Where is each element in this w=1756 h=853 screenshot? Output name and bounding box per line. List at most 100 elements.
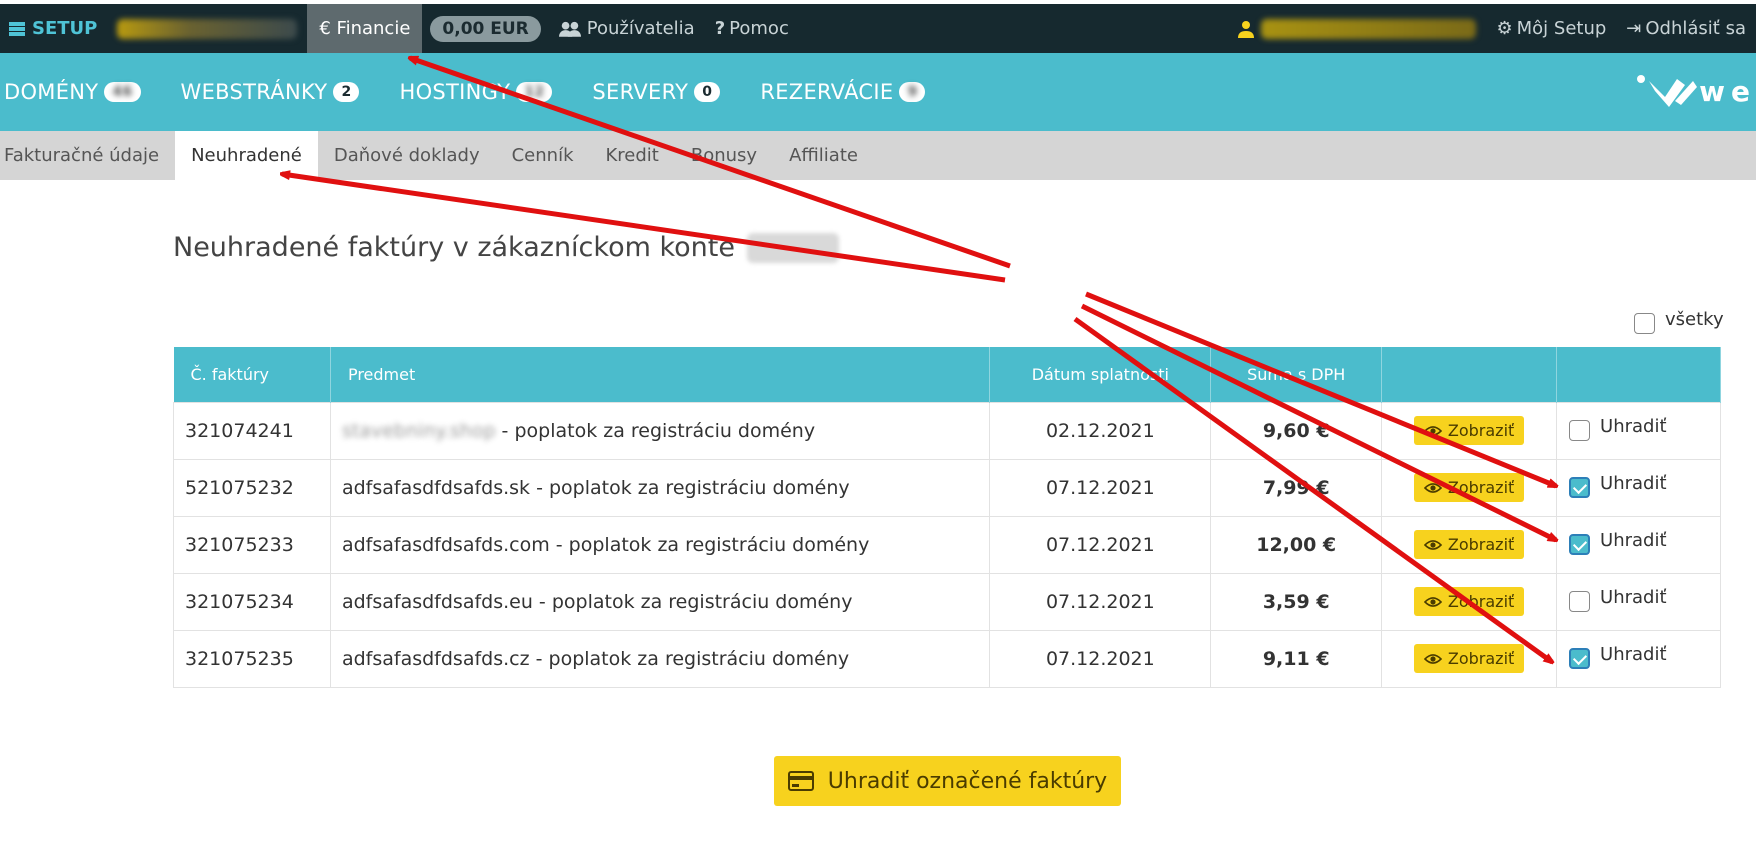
logout-label: Odhlásiť sa [1645,18,1746,39]
brand-logo[interactable]: we [1635,71,1756,111]
pay-label: Uhradiť [1600,644,1667,665]
nav-hostingy-label: HOSTINGY [399,80,511,104]
pay-checkbox[interactable] [1569,477,1591,498]
pay-label: Uhradiť [1600,416,1667,437]
top-navbar: SETUP € Financie 0,00 EUR Používatelia ?… [0,4,1756,53]
view-invoice-label: Zobraziť [1447,649,1515,668]
tab-danove-doklady[interactable]: Daňové doklady [318,131,496,180]
email-blurred [1261,18,1477,39]
invoice-pay: Uhradiť [1556,515,1721,574]
pay-checkbox[interactable] [1569,591,1591,612]
invoice-subject: adfsafasdfdsafds.cz - poplatok za regist… [329,629,991,688]
view-invoice-label: Zobraziť [1447,478,1515,497]
invoices-table: Č. faktúry Predmet Dátum splatnosti Suma… [173,347,1721,688]
page-title: Neuhradené faktúry v zákazníckom konte [173,232,839,263]
nav-domeny[interactable]: DOMÉNY 46 [4,80,141,104]
nav-users[interactable]: Používatelia [549,4,705,53]
nav-servery[interactable]: SERVERY 0 [592,80,721,104]
table-header-row: Č. faktúry Predmet Dátum splatnosti Suma… [173,347,1721,402]
table-row: 321075235 adfsafasdfdsafds.cz - poplatok… [173,629,1721,688]
nav-domeny-label: DOMÉNY [4,80,99,104]
col-amount[interactable]: Suma s DPH [1210,347,1383,402]
eye-icon [1423,596,1442,607]
invoice-pay: Uhradiť [1556,629,1721,688]
arrow-to-neuhradene-tab [282,174,1006,283]
invoice-number: 321075234 [173,572,331,631]
view-invoice-button[interactable]: Zobraziť [1413,530,1525,559]
nav-help[interactable]: ? Pomoc [705,4,799,53]
nav-financie[interactable]: € Financie [307,4,423,53]
invoice-actions: Zobraziť [1381,401,1558,460]
table-row: 321075233 adfsafasdfdsafds.com - poplato… [173,515,1721,574]
users-label: Používatelia [586,18,695,39]
eye-icon [1423,482,1442,493]
col-subject[interactable]: Predmet [330,347,991,402]
account-name-blurred [117,18,298,39]
tab-affiliate[interactable]: Affiliate [773,131,874,180]
invoice-actions: Zobraziť [1381,572,1558,631]
invoice-subject: stavebniny.shop - poplatok za registráci… [329,401,991,460]
view-invoice-button[interactable]: Zobraziť [1413,416,1525,445]
account-switcher[interactable] [107,4,307,53]
invoice-amount: 9,11 € [1210,629,1383,688]
eye-icon [1423,425,1442,436]
pay-checkbox[interactable] [1569,420,1591,441]
nav-my-setup[interactable]: ⚙ Môj Setup [1486,4,1616,53]
view-invoice-button[interactable]: Zobraziť [1413,587,1525,616]
col-due-date[interactable]: Dátum splatnosti [989,347,1212,402]
server-icon [9,21,25,36]
nav-webstranky-badge: 2 [333,82,360,102]
nav-user-email[interactable] [1227,4,1486,53]
invoice-subject-text: - poplatok za registráciu domény [495,419,816,442]
tab-bonusy[interactable]: Bonusy [675,131,773,180]
invoice-pay: Uhradiť [1556,458,1721,517]
invoice-pay: Uhradiť [1556,572,1721,631]
select-all[interactable]: všetky [1634,309,1724,334]
pay-selected-label: Uhradiť označené faktúry [827,768,1108,794]
invoice-subject-text: adfsafasdfdsafds.cz - poplatok za regist… [341,647,850,670]
view-invoice-label: Zobraziť [1447,421,1515,440]
credit-card-icon [787,771,814,791]
select-all-label: všetky [1665,309,1724,330]
tab-kredit[interactable]: Kredit [590,131,675,180]
tab-fakturacne-udaje[interactable]: Fakturačné údaje [0,131,175,180]
setup-label: SETUP [32,18,98,39]
pay-selected-button[interactable]: Uhradiť označené faktúry [774,756,1121,806]
invoice-amount: 9,60 € [1210,401,1383,460]
tab-cennik[interactable]: Cenník [496,131,590,180]
nav-servery-label: SERVERY [592,80,689,104]
question-icon: ? [714,18,726,39]
nav-hostingy[interactable]: HOSTINGY 12 [399,80,553,104]
view-invoice-label: Zobraziť [1447,592,1515,611]
table-row: 321074241 stavebniny.shop - poplatok za … [173,401,1721,460]
nav-logout[interactable]: ⇥ Odhlásiť sa [1616,4,1756,53]
setup-menu[interactable]: SETUP [0,4,107,53]
nav-servery-badge: 0 [694,82,721,102]
invoice-number: 321075235 [173,629,331,688]
select-all-checkbox[interactable] [1634,313,1655,334]
invoice-subject-text: adfsafasdfdsafds.com - poplatok za regis… [341,533,870,556]
gear-icon: ⚙ [1496,18,1513,39]
table-row: 321075234 adfsafasdfdsafds.eu - poplatok… [173,572,1721,631]
view-invoice-button[interactable]: Zobraziť [1413,644,1525,673]
invoice-actions: Zobraziť [1381,515,1558,574]
financie-label: € Financie [319,18,411,39]
nav-rezervacie-badge: 9 [899,82,926,102]
nav-rezervacie-label: REZERVÁCIE [760,80,894,104]
invoice-subject-text: adfsafasdfdsafds.eu - poplatok za regist… [341,590,853,613]
invoice-subject-blurred: stavebniny.shop [341,419,496,442]
tab-neuhradene[interactable]: Neuhradené [175,131,318,180]
pay-label: Uhradiť [1600,530,1667,551]
nav-webstranky[interactable]: WEBSTRÁNKY 2 [181,80,360,104]
user-icon [1238,20,1255,38]
table-row: 521075232 adfsafasdfdsafds.sk - poplatok… [173,458,1721,517]
logo-mark-icon [1637,75,1698,107]
pay-checkbox[interactable] [1569,534,1591,555]
col-invoice-number[interactable]: Č. faktúry [173,347,331,402]
eye-icon [1423,653,1442,664]
nav-rezervacie[interactable]: REZERVÁCIE 9 [760,80,926,104]
invoice-number: 521075232 [173,458,331,517]
pay-checkbox[interactable] [1569,648,1591,669]
view-invoice-button[interactable]: Zobraziť [1413,473,1525,502]
logo-text: we [1699,74,1756,108]
